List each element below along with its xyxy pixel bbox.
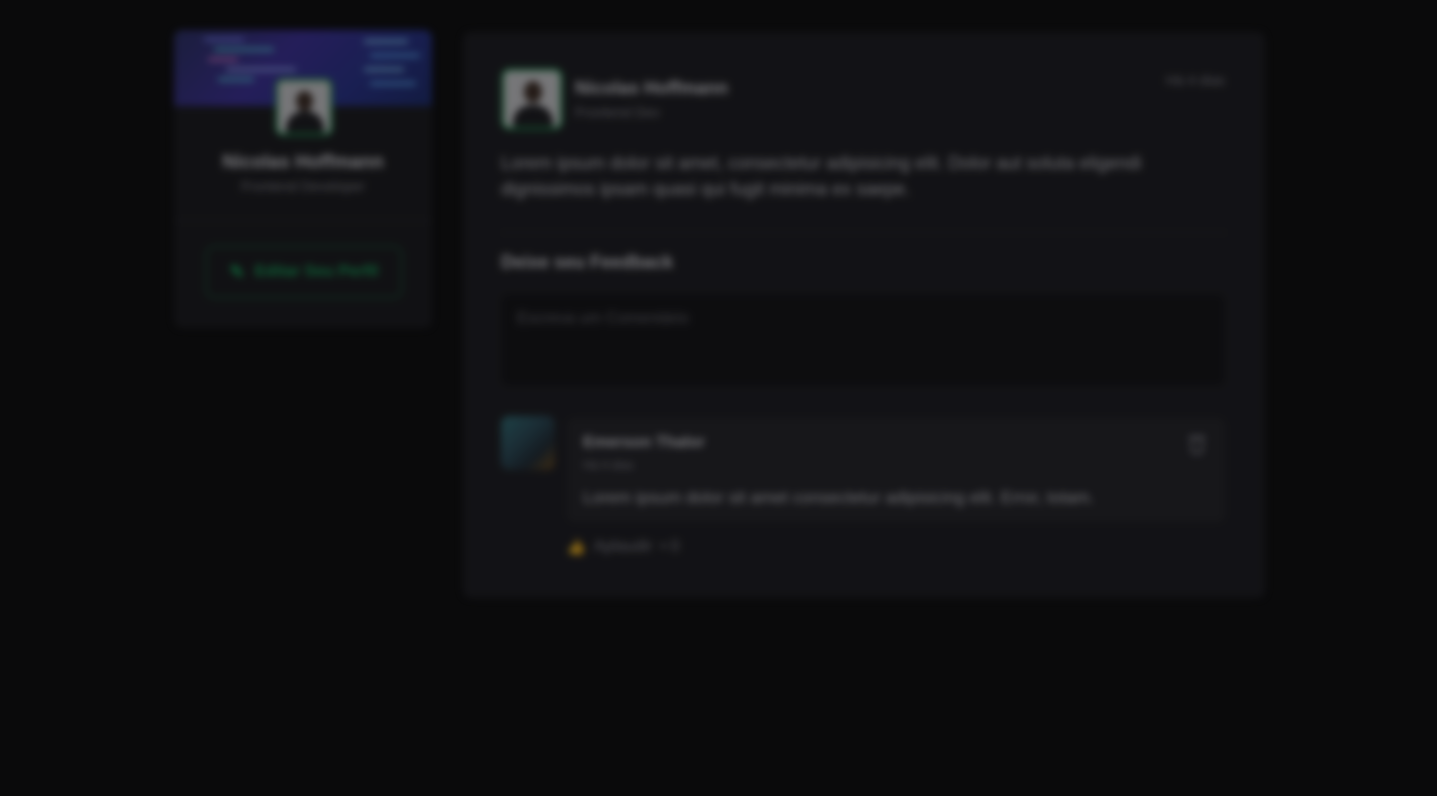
post-card: Nicolas Hoffmann Frontend Dev Há 4 dias … <box>463 32 1265 598</box>
profile-sidebar: Nicolas Hoffmann Frontend Developer ✎ Ed… <box>174 30 432 328</box>
comment-input[interactable] <box>501 294 1225 386</box>
edit-profile-label: Editar Seu Perfil <box>254 263 379 280</box>
post-content: Lorem ipsum dolor sit amet, consectetur … <box>501 153 1142 199</box>
thumbs-up-icon: 👍 <box>567 539 586 556</box>
page: Nicolas Hoffmann Frontend Developer ✎ Ed… <box>0 0 1437 796</box>
applaud-button[interactable]: 👍 Aplaudir • 0 <box>567 538 679 556</box>
comment-timestamp: Há 4 dias <box>583 458 634 472</box>
divider <box>501 232 1227 233</box>
applaud-count: • 0 <box>660 538 680 555</box>
avatar <box>275 78 333 136</box>
applaud-label: Aplaudir <box>593 538 653 555</box>
comment-item: Emerson Thalor Há 4 dias Lorem ipsum dol… <box>567 418 1225 522</box>
profile-role: Frontend Developer <box>241 178 365 194</box>
pencil-icon: ✎ <box>229 261 245 282</box>
commenter-avatar[interactable] <box>501 416 555 470</box>
author-role: Frontend Dev <box>575 104 660 120</box>
post-timestamp: Há 4 dias <box>1165 72 1225 88</box>
edit-profile-button[interactable]: ✎ Editar Seu Perfil <box>206 246 402 298</box>
divider <box>174 220 432 221</box>
comment-text: Lorem ipsum dolor sit amet consectetur a… <box>583 488 1095 507</box>
profile-name: Nicolas Hoffmann <box>222 152 384 173</box>
author-avatar[interactable] <box>501 68 563 130</box>
author-name: Nicolas Hoffmann <box>575 78 729 98</box>
commenter-name: Emerson Thalor <box>583 434 705 451</box>
feedback-title: Deixe seu Feedback <box>501 252 674 272</box>
trash-icon[interactable] <box>1187 434 1207 456</box>
